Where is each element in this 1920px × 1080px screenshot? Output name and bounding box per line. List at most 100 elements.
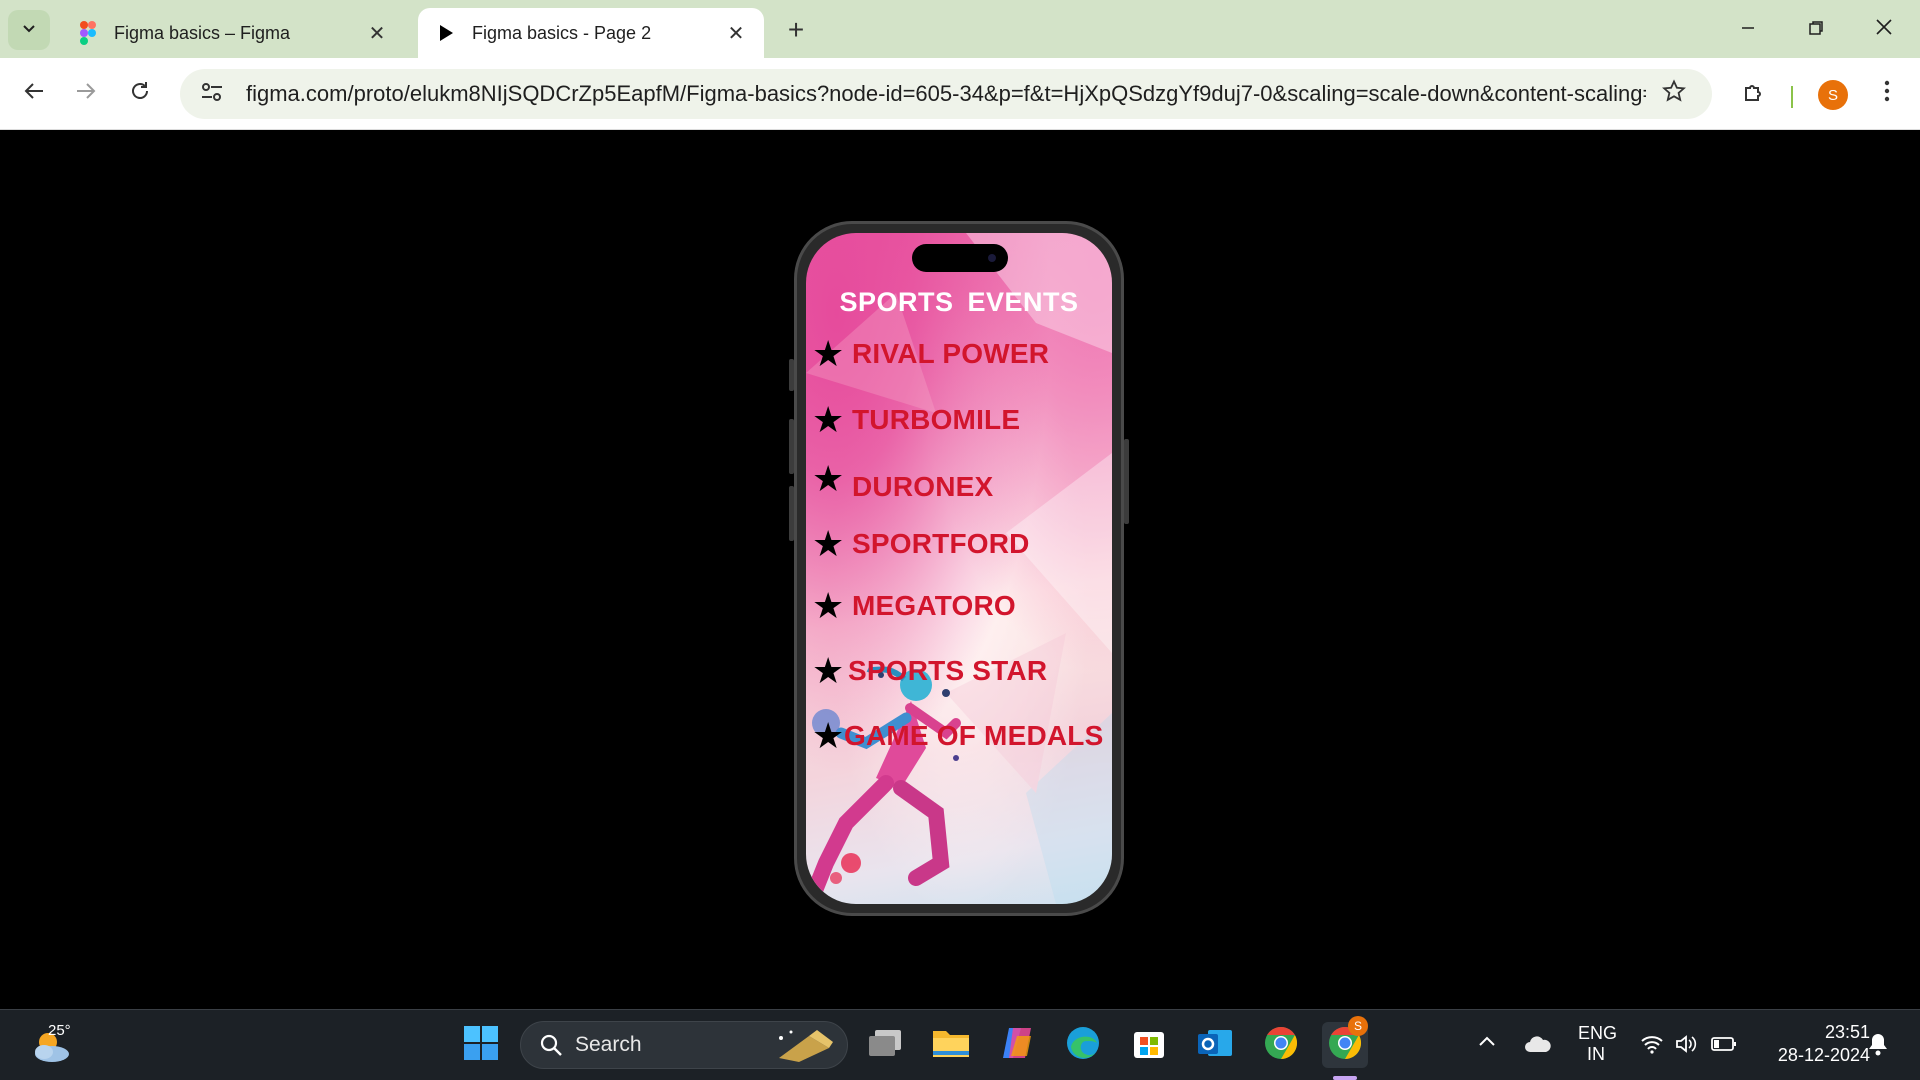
search-highlight-art-icon [779, 1030, 833, 1062]
event-label: MEGATORO [852, 590, 1016, 621]
event-label: DURONEX [852, 471, 994, 502]
browser-toolbar: figma.com/proto/elukm8NIjSQDCrZp5EapfM/F… [0, 58, 1920, 130]
close-icon[interactable]: ✕ [724, 21, 748, 46]
language-code: ENG [1578, 1023, 1618, 1043]
forward-button[interactable] [66, 74, 106, 114]
tune-icon [200, 81, 224, 108]
store-button[interactable] [1126, 1022, 1172, 1068]
restore-button[interactable] [1794, 10, 1838, 50]
taskbar-search[interactable]: Search [520, 1021, 848, 1069]
figma-logo-icon [76, 21, 100, 45]
star-icon: ★ [812, 650, 845, 691]
weather-temperature: 25° [48, 1022, 71, 1039]
event-label: GAME OF MEDALS [844, 720, 1104, 751]
search-placeholder: Search [575, 1033, 642, 1056]
tab-title: Figma basics – Figma [114, 22, 291, 43]
camera-icon [988, 254, 996, 262]
list-item[interactable]: ★ TURBOMILE [812, 402, 1020, 438]
back-button[interactable] [14, 74, 54, 114]
windows-logo-icon [463, 1025, 499, 1066]
tab-figma-basics[interactable]: Figma basics – Figma ✕ [60, 8, 405, 58]
list-item[interactable]: ★ MEGATORO [812, 588, 1016, 624]
arrow-right-icon [75, 80, 97, 109]
chevron-up-icon [1478, 1030, 1496, 1052]
battery-button[interactable] [1710, 1032, 1738, 1060]
close-icon[interactable]: ✕ [365, 21, 389, 46]
tab-figma-page-2[interactable]: Figma basics - Page 2 ✕ [418, 8, 764, 58]
kebab-menu-icon [1884, 80, 1890, 109]
bookmark-button[interactable] [1656, 76, 1692, 112]
star-icon: ★ [812, 333, 845, 374]
windows-taskbar: 25° Search S ENG IN 23:51 28-12-2024 [0, 1009, 1920, 1080]
wifi-button[interactable] [1638, 1032, 1666, 1060]
edge-icon [1065, 1025, 1101, 1066]
task-view-button[interactable] [862, 1022, 908, 1068]
close-window-button[interactable] [1862, 10, 1906, 50]
star-icon: ★ [812, 523, 845, 564]
onedrive-button[interactable] [1524, 1032, 1552, 1060]
active-app-indicator [1333, 1076, 1357, 1080]
phone-screen[interactable]: SPORTS EVENTS ★ RIVAL POWER ★ TURBOMILE … [806, 233, 1112, 904]
cloud-icon [1524, 1035, 1552, 1058]
arrow-left-icon [23, 80, 45, 109]
chrome-icon [1263, 1025, 1299, 1066]
battery-icon [1711, 1036, 1737, 1057]
minimize-button[interactable] [1726, 10, 1770, 50]
volume-button[interactable] [1672, 1032, 1700, 1060]
star-icon: ★ [812, 715, 845, 756]
puzzle-icon [1742, 80, 1766, 109]
start-button[interactable] [458, 1022, 504, 1068]
site-info-button[interactable] [190, 74, 234, 114]
reload-button[interactable] [120, 74, 160, 114]
task-view-icon [867, 1028, 903, 1063]
minimize-icon [1740, 19, 1756, 42]
clock-date: 28-12-2024 [1777, 1045, 1870, 1065]
new-tab-button[interactable]: + [780, 12, 812, 48]
file-explorer-button[interactable] [928, 1022, 974, 1068]
star-outline-icon [1662, 78, 1686, 110]
list-item[interactable]: ★ DURONEX [812, 461, 994, 505]
star-icon: ★ [812, 399, 845, 440]
list-item[interactable]: ★ GAME OF MEDALS [812, 718, 1103, 754]
event-label: SPORTFORD [852, 528, 1030, 559]
store-icon [1132, 1026, 1166, 1065]
phone-volume-down [789, 486, 794, 541]
language-indicator[interactable]: ENG IN [1578, 1023, 1618, 1065]
tab-search-button[interactable] [8, 10, 50, 50]
dynamic-island [912, 244, 1008, 272]
chevron-down-icon [21, 20, 37, 41]
phone-frame: SPORTS EVENTS ★ RIVAL POWER ★ TURBOMILE … [789, 221, 1129, 916]
runner-illustration [806, 666, 961, 901]
close-icon [1875, 18, 1893, 42]
plus-icon: + [787, 14, 805, 45]
address-bar[interactable]: figma.com/proto/elukm8NIjSQDCrZp5EapfM/F… [180, 69, 1712, 119]
chrome-button[interactable] [1258, 1022, 1304, 1068]
event-label: TURBOMILE [852, 404, 1021, 435]
url-text: figma.com/proto/elukm8NIjSQDCrZp5EapfM/F… [246, 81, 1646, 106]
notifications-button[interactable] [1864, 1032, 1892, 1060]
show-hidden-icons-button[interactable] [1478, 1030, 1496, 1053]
outlook-button[interactable] [1192, 1022, 1238, 1068]
menu-button[interactable] [1872, 74, 1902, 114]
play-icon [434, 21, 458, 45]
copilot-button[interactable] [994, 1022, 1040, 1068]
phone-volume-up [789, 419, 794, 474]
extensions-button[interactable] [1734, 74, 1774, 114]
edge-button[interactable] [1060, 1022, 1106, 1068]
outlook-icon [1196, 1026, 1234, 1065]
reload-icon [129, 80, 151, 109]
list-item[interactable]: ★ RIVAL POWER [812, 336, 1049, 372]
event-label: SPORTS STAR [848, 655, 1048, 686]
star-icon: ★ [812, 458, 845, 499]
list-item[interactable]: ★ SPORTFORD [812, 526, 1030, 562]
folder-icon [932, 1027, 970, 1064]
search-icon [537, 1031, 565, 1059]
clock-time: 23:51 [1824, 1022, 1870, 1042]
star-icon: ★ [812, 585, 845, 626]
page-title: SPORTS EVENTS [839, 287, 1079, 317]
clock[interactable]: 23:51 28-12-2024 [1760, 1022, 1870, 1066]
phone-power-button [1124, 439, 1129, 524]
copilot-icon [999, 1026, 1035, 1065]
list-item[interactable]: ★ SPORTS STAR [812, 653, 1047, 689]
profile-avatar[interactable]: S [1818, 80, 1848, 110]
